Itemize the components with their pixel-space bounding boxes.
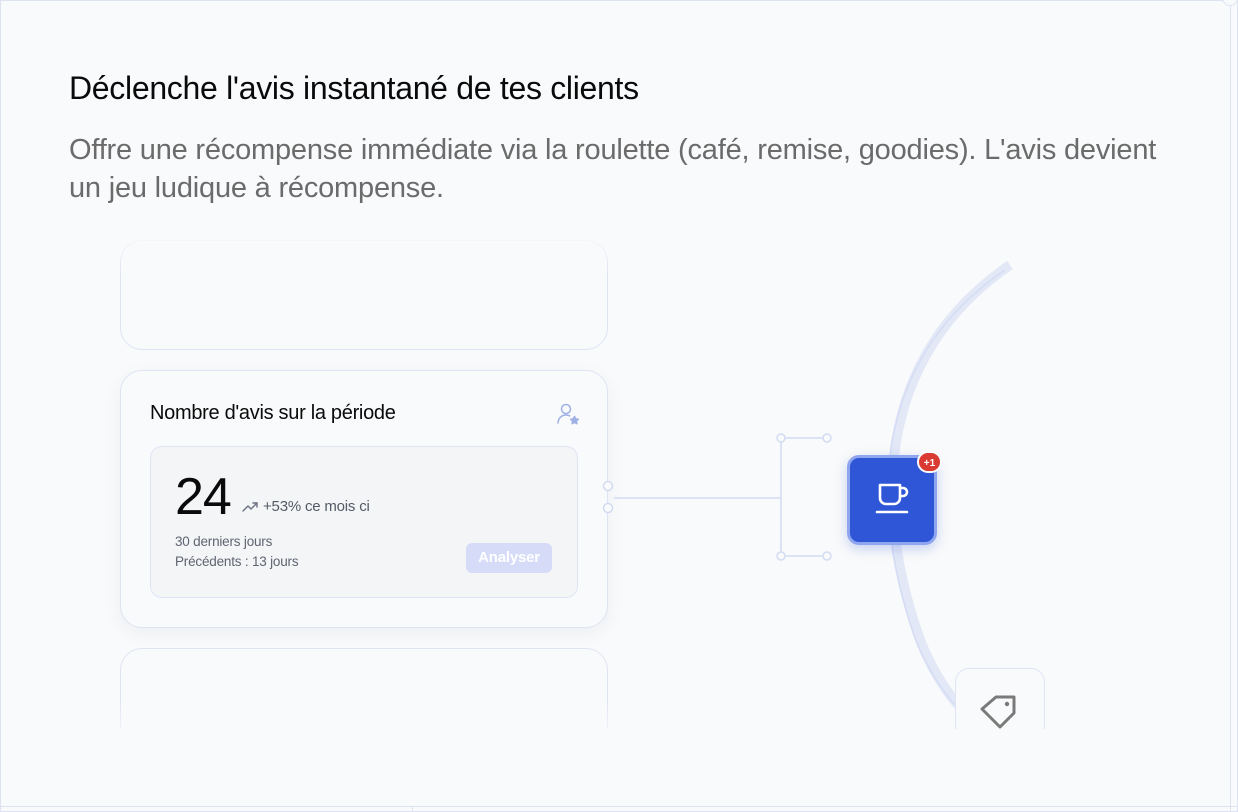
trend-up-icon [242, 502, 258, 512]
frame-divider [412, 806, 413, 812]
connector-lines [602, 433, 832, 561]
feature-description: Offre une récompense immédiate via la ro… [69, 134, 1157, 204]
trend-label: +53% ce mois ci [263, 498, 370, 515]
stats-box: 24 +53% ce mois ci 30 derniers jours Pré… [150, 446, 578, 598]
frame-divider [0, 806, 1238, 807]
reward-count-badge: +1 [917, 451, 942, 473]
fade-overlay [100, 230, 640, 278]
frame-divider [1230, 0, 1231, 812]
price-tag-icon [980, 695, 1016, 729]
user-star-icon [557, 403, 580, 425]
feature-title: Déclenche l'avis instantané de tes clien… [69, 70, 639, 106]
analyse-button[interactable]: Analyser [466, 543, 552, 573]
coffee-cup-icon [875, 483, 909, 514]
review-count-value: 24 [175, 468, 232, 526]
previous-period-label: Précédents : 13 jours [175, 554, 299, 569]
fade-overlay [100, 729, 1100, 805]
current-period-label: 30 derniers jours [175, 534, 273, 549]
card-title: Nombre d'avis sur la période [150, 402, 396, 424]
review-count-card: Nombre d'avis sur la période 24 +53% ce … [120, 370, 608, 628]
